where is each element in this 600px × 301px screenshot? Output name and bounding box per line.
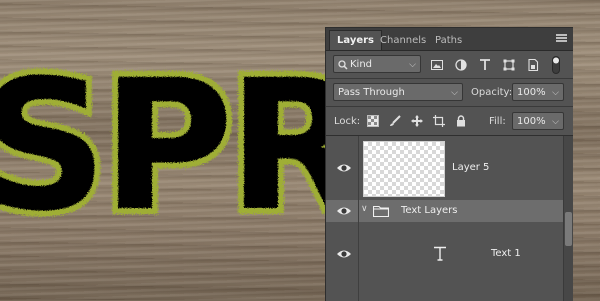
layer-row-layer-5[interactable]: Layer 5 bbox=[326, 136, 564, 201]
fill-field[interactable]: 100% ⌵ bbox=[512, 112, 564, 130]
grass-text-fill: SPR bbox=[0, 42, 363, 251]
shape-filter-icon[interactable] bbox=[502, 58, 516, 72]
type-layer-icon bbox=[434, 246, 446, 261]
type-filter-icon[interactable] bbox=[478, 58, 492, 72]
opacity-value: 100% bbox=[517, 87, 546, 98]
image-filter-icon[interactable] bbox=[430, 58, 444, 72]
tab-paths[interactable]: Paths bbox=[428, 31, 469, 50]
lock-image-icon[interactable] bbox=[388, 114, 402, 128]
layer-name: Layer 5 bbox=[452, 162, 490, 173]
layer-row-text-layers[interactable]: ∨ Text Layers bbox=[326, 200, 564, 223]
blend-mode-dropdown[interactable]: Pass Through ⌵ bbox=[333, 83, 463, 101]
opacity-field[interactable]: 100% ⌵ bbox=[512, 83, 564, 101]
lock-transparent-icon[interactable] bbox=[366, 114, 380, 128]
opacity-label: Opacity: bbox=[471, 87, 513, 98]
filter-kind-dropdown[interactable]: Kind ⌵ bbox=[333, 55, 421, 73]
scrollbar-thumb[interactable] bbox=[565, 212, 572, 246]
layer-name: Text Layers bbox=[401, 205, 458, 216]
chevron-down-icon: ⌵ bbox=[552, 88, 559, 98]
smart-object-filter-icon[interactable] bbox=[526, 58, 540, 72]
layers-scrollbar[interactable] bbox=[563, 136, 573, 301]
layer-row-partial[interactable] bbox=[326, 286, 564, 301]
tab-channels[interactable]: Channels bbox=[373, 31, 433, 50]
folder-icon bbox=[373, 205, 389, 217]
search-icon bbox=[338, 60, 348, 70]
panel-menu-icon[interactable] bbox=[556, 34, 567, 42]
layer-name: Text 1 bbox=[491, 248, 521, 259]
layer-thumbnail bbox=[363, 141, 445, 197]
chevron-down-icon: ⌵ bbox=[451, 88, 458, 98]
fill-value: 100% bbox=[517, 116, 546, 127]
filter-kind-label: Kind bbox=[350, 59, 373, 70]
adjustment-filter-icon[interactable] bbox=[454, 58, 468, 72]
lock-row: Lock: Fill: 100% ⌵ bbox=[326, 107, 573, 135]
eye-icon[interactable] bbox=[336, 162, 352, 174]
chevron-down-icon: ⌵ bbox=[409, 60, 416, 70]
layers-panel: Layers Channels Paths Kind ⌵ Pass Throug… bbox=[325, 27, 573, 301]
chevron-down-icon: ⌵ bbox=[552, 117, 559, 127]
lock-position-icon[interactable] bbox=[410, 114, 424, 128]
panel-tab-bar: Layers Channels Paths bbox=[326, 28, 573, 51]
lock-all-icon[interactable] bbox=[454, 114, 468, 128]
filter-row: Kind ⌵ bbox=[326, 50, 573, 78]
filter-toggle-icon[interactable] bbox=[552, 56, 560, 74]
expand-chevron-icon[interactable]: ∨ bbox=[361, 204, 368, 214]
lock-label: Lock: bbox=[334, 116, 361, 127]
visibility-column bbox=[326, 286, 359, 301]
layer-row-text-1[interactable]: Text 1 bbox=[326, 222, 564, 287]
lock-artboard-icon[interactable] bbox=[432, 114, 446, 128]
fill-label: Fill: bbox=[489, 116, 506, 127]
eye-icon[interactable] bbox=[336, 205, 352, 217]
eye-icon[interactable] bbox=[336, 248, 352, 260]
blend-mode-value: Pass Through bbox=[338, 87, 405, 98]
blend-row: Pass Through ⌵ Opacity: 100% ⌵ bbox=[326, 79, 573, 106]
